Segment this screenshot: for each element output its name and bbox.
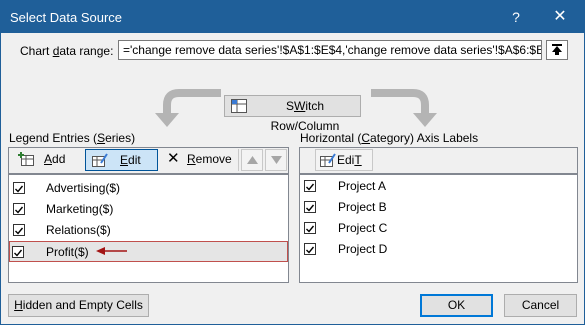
switch-row-column-label: SWitch Row/Column [270,99,340,133]
list-item[interactable]: Project A [302,176,576,196]
collapse-arrow-icon [552,44,562,55]
axis-labels-heading: Horizontal (Category) Axis Labels [300,131,479,145]
axis-labels-list: Project A Project B Project C Project D [299,174,578,283]
legend-entries-heading: Legend Entries (Series) [9,131,136,145]
add-series-button[interactable]: Add [14,149,74,171]
axis-checkbox[interactable] [304,180,316,192]
series-label: Marketing($) [46,202,114,216]
checkmark-icon [15,206,24,214]
series-checkbox[interactable] [13,224,25,236]
checkmark-icon [306,204,315,212]
list-item[interactable]: Marketing($) [11,199,287,219]
toolbar-separator [238,149,239,171]
edit-axis-label: EdiT [337,153,362,167]
add-icon [18,152,34,166]
checkmark-icon [306,246,315,254]
cancel-button[interactable]: Cancel [504,294,577,317]
annotation-arrow-icon [96,247,127,255]
checkmark-icon [306,183,315,191]
edit-label: Edit [120,153,141,167]
axis-label: Project D [338,242,388,256]
switch-row-column-button[interactable]: SWitch Row/Column [224,95,361,133]
remove-series-button[interactable]: ✕ Remove [161,149,234,171]
down-arrow-icon [271,156,282,164]
list-item[interactable]: Project B [302,197,576,217]
list-item[interactable]: Project C [302,218,576,238]
series-checkbox[interactable] [12,246,24,258]
remove-x-icon: ✕ [167,150,180,167]
list-item[interactable]: Project D [302,239,576,259]
edit-icon [320,153,336,167]
legend-series-list: Advertising($) Marketing($) Relations($)… [8,174,289,283]
list-item[interactable]: Advertising($) [11,178,287,198]
move-up-button[interactable] [241,149,263,171]
help-button[interactable]: ? [494,1,538,33]
close-button[interactable]: ✕ [538,1,582,33]
chart-data-range-label: Chart data range: [20,44,114,58]
remove-label: Remove [187,152,232,166]
title-bar: Select Data Source ? ✕ [1,1,584,33]
checkmark-icon [306,225,315,233]
collapse-dialog-button[interactable] [546,40,568,60]
axis-checkbox[interactable] [304,222,316,234]
series-label: Relations($) [46,223,111,237]
edit-axis-labels-button[interactable]: EdiT [315,149,373,171]
checkmark-icon [15,185,24,193]
series-label: Advertising($) [46,181,121,195]
axis-label: Project B [338,200,387,214]
axis-checkbox[interactable] [304,243,316,255]
hidden-empty-cells-button[interactable]: Hidden and Empty Cells [8,294,149,317]
series-checkbox[interactable] [13,182,25,194]
axis-label: Project C [338,221,388,235]
add-label: Add [44,152,66,166]
edit-series-button[interactable]: Edit [85,149,158,171]
ok-button[interactable]: OK [420,294,493,317]
series-label: Profit($) [46,245,89,259]
select-data-source-dialog: Select Data Source ? ✕ Chart data range:… [0,0,585,325]
dialog-title: Select Data Source [10,10,123,25]
switch-table-icon [231,99,247,113]
axis-label: Project A [338,179,387,193]
checkmark-icon [14,249,23,257]
series-checkbox[interactable] [13,203,25,215]
up-arrow-icon [247,156,258,164]
edit-icon [92,153,108,167]
list-item[interactable]: Relations($) [11,220,287,240]
list-item-selected[interactable]: Profit($) [9,241,288,262]
checkmark-icon [15,227,24,235]
move-down-button[interactable] [265,149,287,171]
axis-checkbox[interactable] [304,201,316,213]
chart-data-range-input[interactable]: ='change remove data series'!$A$1:$E$4,'… [118,40,542,60]
